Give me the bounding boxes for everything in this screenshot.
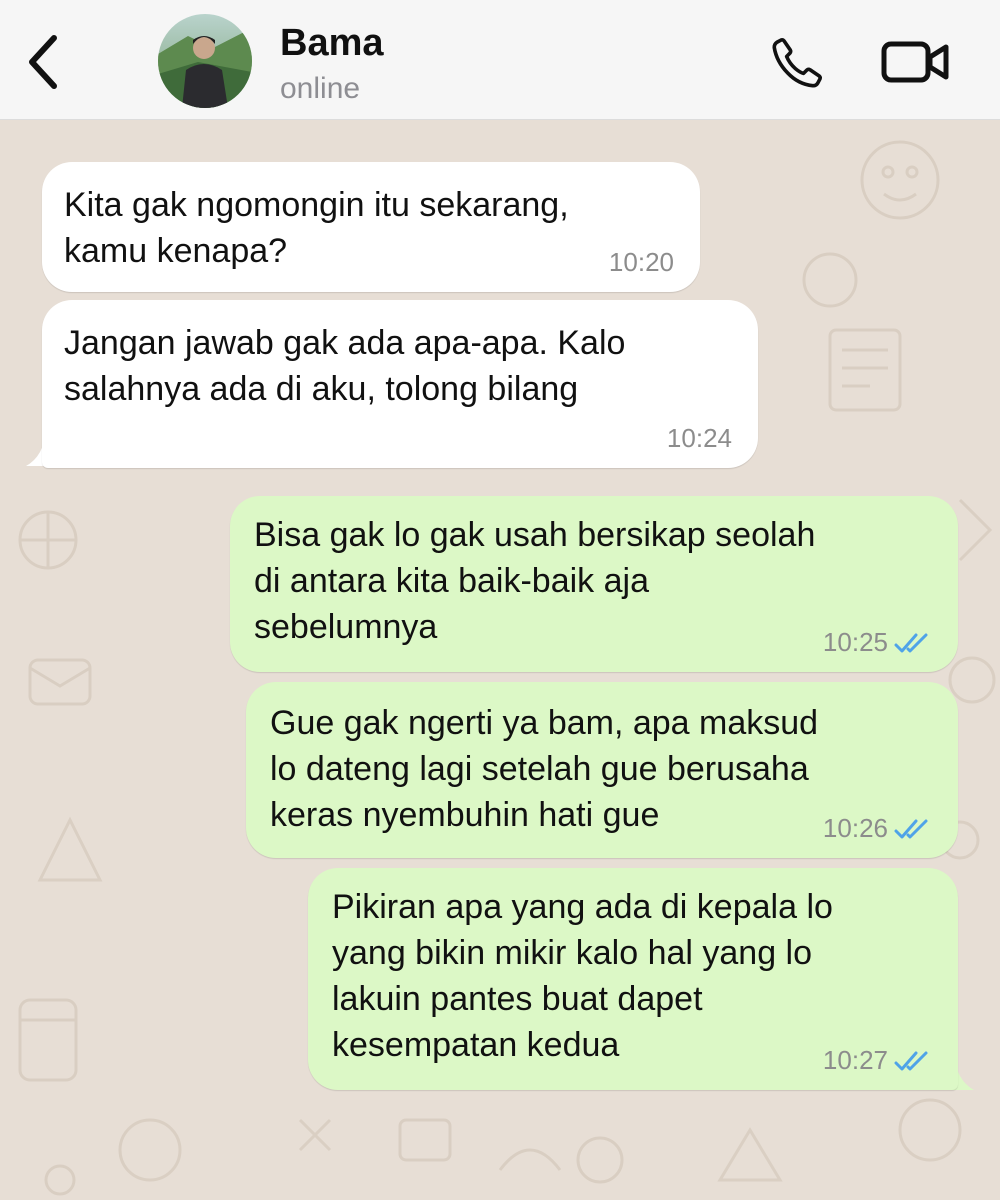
- read-receipt-icon: [894, 1051, 928, 1070]
- message-time: 10:20: [608, 247, 674, 277]
- contact-name[interactable]: Bama: [280, 22, 384, 65]
- contact-avatar[interactable]: [158, 14, 252, 108]
- message-bubble-incoming[interactable]: Jangan jawab gak ada apa-apa. Kalo salah…: [42, 300, 758, 468]
- message-text: Pikiran apa yang ada di kepala lo yang b…: [332, 888, 833, 1064]
- message-time: 10:26: [822, 813, 888, 843]
- back-button[interactable]: [18, 30, 68, 94]
- voice-call-button[interactable]: [764, 30, 830, 96]
- message-time: 10:25: [822, 627, 888, 657]
- message-time: 10:27: [822, 1045, 888, 1075]
- read-receipt-icon: [894, 819, 928, 838]
- avatar-photo: [158, 14, 252, 108]
- message-bubble-incoming[interactable]: Kita gak ngomongin itu sekarang, kamu ke…: [42, 162, 700, 292]
- video-camera-icon: [881, 41, 949, 83]
- video-call-button[interactable]: [874, 34, 958, 90]
- message-meta: 10:24: [667, 423, 732, 454]
- message-bubble-outgoing[interactable]: Gue gak ngerti ya bam, apa maksud lo dat…: [246, 682, 958, 858]
- phone-icon: [772, 37, 823, 88]
- message-text: Gue gak ngerti ya bam, apa maksud lo dat…: [270, 704, 819, 834]
- contact-status: online: [280, 72, 361, 105]
- message-bubble-outgoing[interactable]: Pikiran apa yang ada di kepala lo yang b…: [308, 868, 958, 1090]
- message-bubble-outgoing[interactable]: Bisa gak lo gak usah bersikap seolah di …: [230, 496, 958, 672]
- chevron-left-icon: [29, 35, 57, 89]
- message-text: Kita gak ngomongin itu sekarang, kamu ke…: [64, 186, 569, 270]
- message-time: 10:24: [666, 423, 732, 453]
- chat-header: Bama online: [0, 0, 1000, 120]
- message-meta: 10:26: [823, 813, 932, 844]
- read-receipt-icon: [894, 633, 928, 652]
- message-text: Bisa gak lo gak usah bersikap seolah di …: [254, 516, 816, 646]
- message-meta: 10:25: [823, 627, 932, 658]
- message-meta: 10:20: [609, 247, 674, 278]
- message-meta: 10:27: [823, 1045, 932, 1076]
- chat-area[interactable]: Kita gak ngomongin itu sekarang, kamu ke…: [0, 120, 1000, 1200]
- message-text: Jangan jawab gak ada apa-apa. Kalo salah…: [64, 324, 626, 408]
